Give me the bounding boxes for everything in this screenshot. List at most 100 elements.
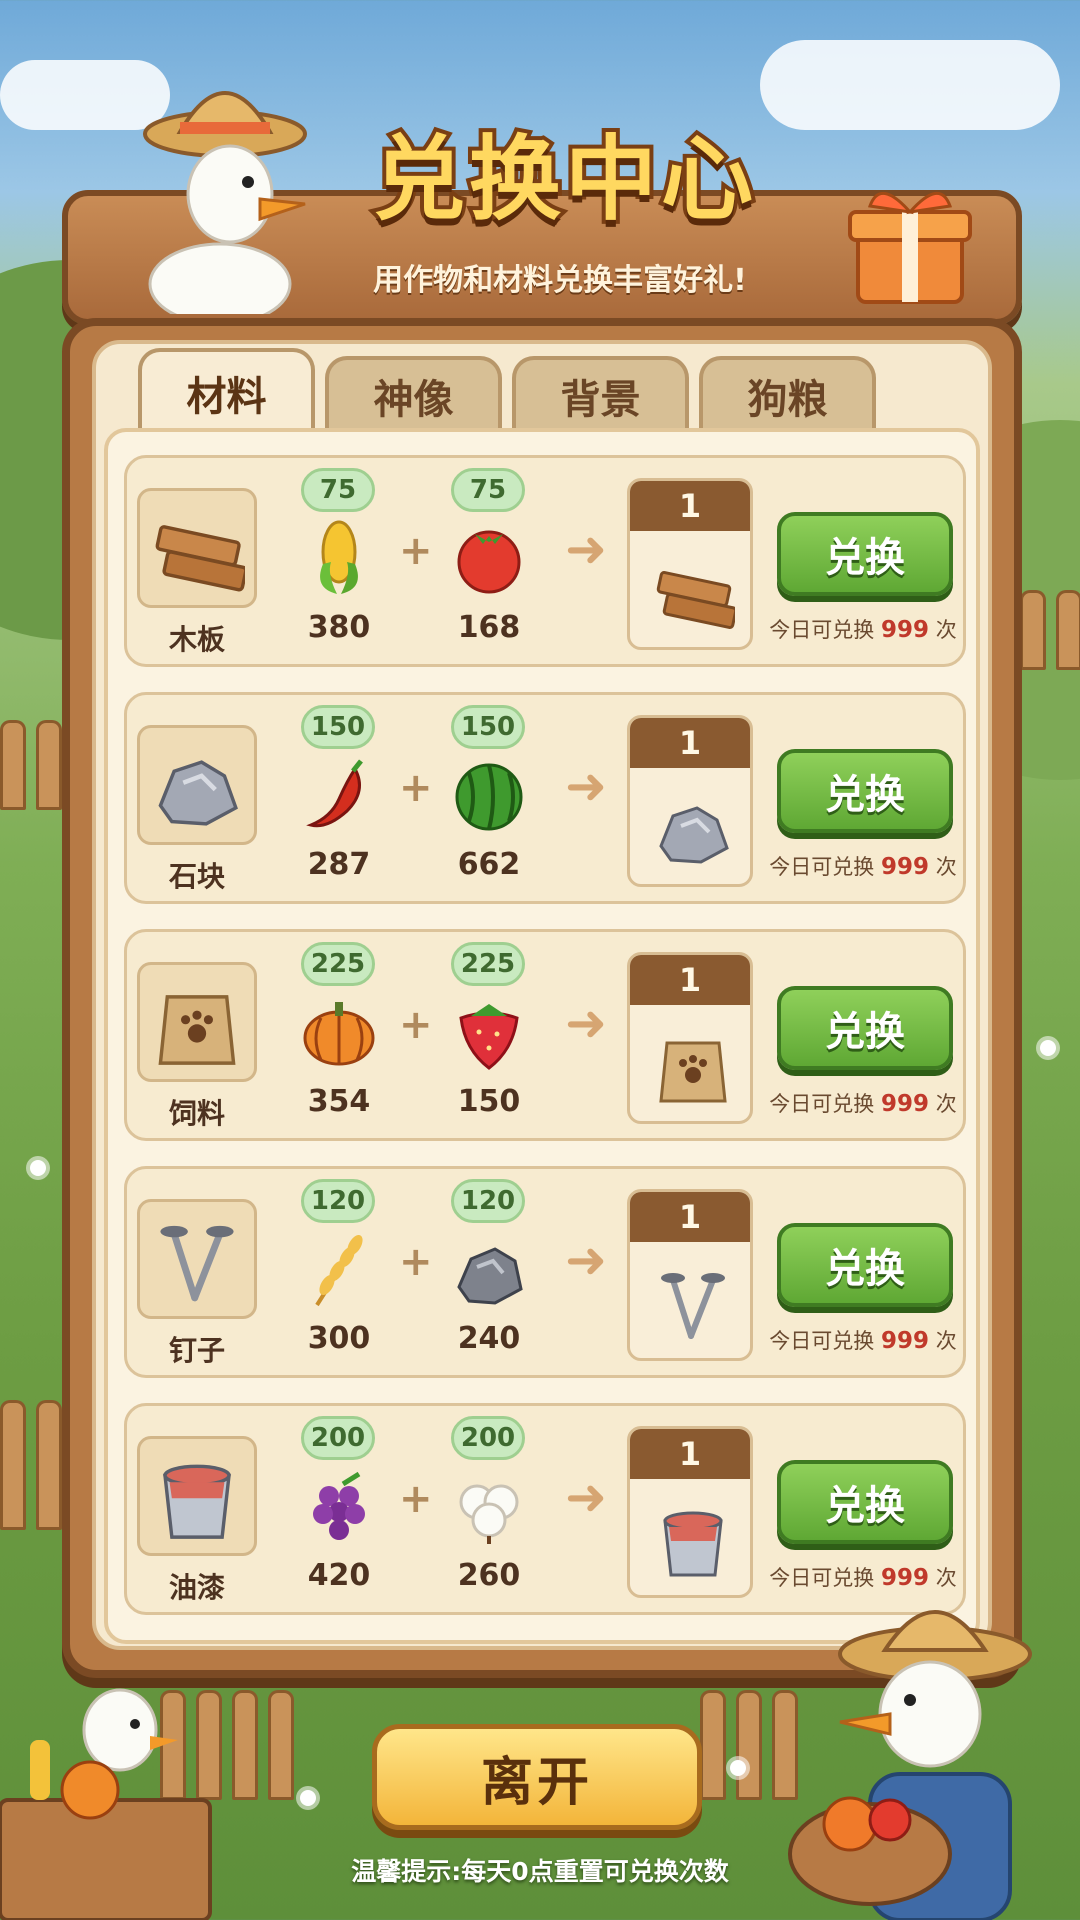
result-card: 1 xyxy=(627,1189,753,1361)
cotton-icon xyxy=(459,1484,519,1544)
exchange-button[interactable]: 兑换 xyxy=(777,1460,953,1544)
owned-count: 240 xyxy=(457,1321,521,1356)
limit-prefix: 今日可兑换 xyxy=(769,1329,875,1353)
page-title: 兑换中心 xyxy=(369,122,757,237)
owned-count: 300 xyxy=(307,1321,371,1356)
plus-icon: + xyxy=(399,1476,433,1522)
ingredient-1: 120 300 xyxy=(279,1179,399,1369)
limit-value: 999 xyxy=(880,1091,929,1117)
nails-icon xyxy=(160,1225,234,1302)
exchange-button[interactable]: 兑换 xyxy=(777,512,953,596)
feed-bag-icon xyxy=(659,1041,727,1103)
arrow-right-icon: ➜ xyxy=(565,1468,607,1526)
result-card: 1 xyxy=(627,715,753,887)
arrow-right-icon: ➜ xyxy=(565,1231,607,1289)
wood-plank-icon xyxy=(656,570,735,630)
ingredient-2: 200 260 xyxy=(429,1416,549,1606)
cost-badge: 200 xyxy=(451,1416,525,1460)
owned-count: 168 xyxy=(457,610,521,645)
tab-materials[interactable]: 材料 xyxy=(138,348,315,434)
limit-suffix: 次 xyxy=(935,618,957,642)
limit-prefix: 今日可兑换 xyxy=(769,1092,875,1116)
ingredient-1: 150 287 xyxy=(279,705,399,895)
daily-limit: 今日可兑换 999 次 xyxy=(757,1088,969,1118)
owned-count: 150 xyxy=(457,1084,521,1119)
feed-bag-icon xyxy=(158,995,236,1065)
result-quantity: 1 xyxy=(630,718,750,768)
gift-box-icon xyxy=(848,192,972,304)
goose-farmer-icon xyxy=(788,1610,1032,1920)
cost-badge: 75 xyxy=(451,468,525,512)
limit-suffix: 次 xyxy=(935,1092,957,1116)
strawberry-icon xyxy=(459,1004,519,1070)
reset-tip: 温馨提示:每天0点重置可兑换次数 xyxy=(351,1857,729,1886)
cost-badge: 225 xyxy=(301,942,375,986)
stone-icon xyxy=(158,760,238,826)
result-card: 1 xyxy=(627,478,753,650)
wood-plank-icon xyxy=(155,525,245,592)
item-box xyxy=(137,488,257,608)
owned-count: 287 xyxy=(307,847,371,882)
goose-crate-icon xyxy=(0,1688,212,1920)
leave-button[interactable]: 离开 xyxy=(372,1724,702,1830)
limit-prefix: 今日可兑换 xyxy=(769,855,875,879)
ore-icon xyxy=(457,1247,523,1305)
owned-count: 354 xyxy=(307,1084,371,1119)
goose-mascot-icon xyxy=(143,91,307,314)
owned-count: 420 xyxy=(307,1558,371,1593)
item-box xyxy=(137,1436,257,1556)
watermelon-icon xyxy=(455,763,523,831)
exchange-row: 木板 75 380 +75 168 ➜ 1 兑换 今日可兑换 999 次 xyxy=(124,455,966,667)
tab-dog-food[interactable]: 狗粮 xyxy=(699,356,876,432)
paint-bucket-icon xyxy=(663,1511,723,1577)
item-name: 钉子 xyxy=(168,1334,225,1367)
exchange-row: 石块 150 287 +150 662 ➜ 1 兑换 今日可兑换 999 次 xyxy=(124,692,966,904)
cost-badge: 200 xyxy=(301,1416,375,1460)
item-box xyxy=(137,1199,257,1319)
tab-backgrounds[interactable]: 背景 xyxy=(512,356,689,432)
paint-bucket-icon xyxy=(163,1464,231,1539)
ingredient-1: 200 420 xyxy=(279,1416,399,1606)
plus-icon: + xyxy=(399,1239,433,1285)
plus-icon: + xyxy=(399,765,433,811)
exchange-row: 钉子 120 300 +120 240 ➜ 1 兑换今日可兑换 999 次 xyxy=(124,1166,966,1378)
exchange-button[interactable]: 兑换 xyxy=(777,749,953,833)
exchange-button[interactable]: 兑换 xyxy=(777,1223,953,1307)
item-name: 木板 xyxy=(168,623,225,656)
result-quantity: 1 xyxy=(630,955,750,1005)
stone-icon xyxy=(659,806,729,864)
arrow-right-icon: ➜ xyxy=(565,757,607,815)
ingredient-1: 75 380 xyxy=(279,468,399,658)
daily-limit: 今日可兑换 999 次 xyxy=(757,1325,969,1355)
result-card: 1 xyxy=(627,1426,753,1598)
tomato-icon xyxy=(457,530,521,594)
owned-count: 380 xyxy=(307,610,371,645)
plus-icon: + xyxy=(399,528,433,574)
item-box xyxy=(137,962,257,1082)
ingredient-2: 150 662 xyxy=(429,705,549,895)
owned-count: 260 xyxy=(457,1558,521,1593)
daily-limit: 今日可兑换 999 次 xyxy=(757,851,969,881)
exchange-button[interactable]: 兑换 xyxy=(777,986,953,1070)
limit-prefix: 今日可兑换 xyxy=(769,618,875,642)
item-name: 饲料 xyxy=(168,1097,225,1130)
limit-value: 999 xyxy=(880,1328,929,1354)
nails-icon xyxy=(661,1273,725,1339)
grape-icon xyxy=(313,1471,365,1540)
cost-badge: 150 xyxy=(301,705,375,749)
result-card: 1 xyxy=(627,952,753,1124)
arrow-right-icon: ➜ xyxy=(565,520,607,578)
limit-suffix: 次 xyxy=(935,1329,957,1353)
result-quantity: 1 xyxy=(630,1429,750,1479)
arrow-right-icon: ➜ xyxy=(565,994,607,1052)
ingredient-2: 75 168 xyxy=(429,468,549,658)
tab-statues[interactable]: 神像 xyxy=(325,356,502,432)
result-quantity: 1 xyxy=(630,1192,750,1242)
result-quantity: 1 xyxy=(630,481,750,531)
exchange-row: 饲料 225 354 +225 150 ➜ 1 兑换 今日可兑换 999 次 xyxy=(124,929,966,1141)
owned-count: 662 xyxy=(457,847,521,882)
cost-badge: 150 xyxy=(451,705,525,749)
cost-badge: 120 xyxy=(451,1179,525,1223)
item-box xyxy=(137,725,257,845)
chili-icon xyxy=(306,759,363,828)
